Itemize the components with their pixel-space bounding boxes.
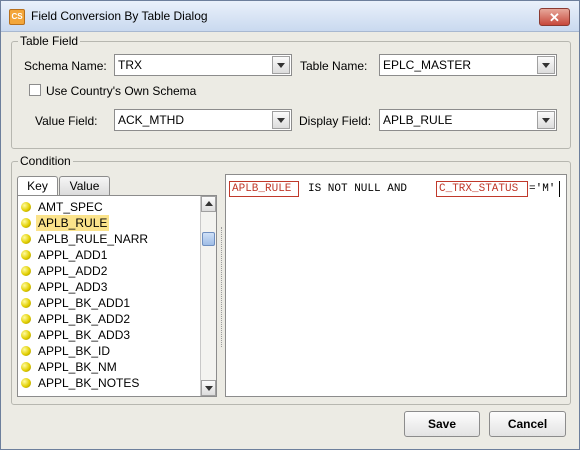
list-item[interactable]: APPL_BK_ADD3 [20,327,202,343]
yellow-bullet-icon [21,330,31,340]
tab-value[interactable]: Value [59,176,110,195]
list-item-label: APPL_ADD1 [38,248,108,262]
list-item-label: APPL_BK_NOTES [38,376,140,390]
yellow-bullet-icon [21,202,31,212]
list-item-label: APPL_ADD3 [38,280,108,294]
window-title: Field Conversion By Table Dialog [31,9,208,23]
condition-editor[interactable]: APLB_RULE IS NOT NULL AND C_TRX_STATUS =… [225,174,567,397]
list-item-label: AMT_SPEC [38,200,103,214]
app-icon: CS [9,9,25,25]
yellow-bullet-icon [21,282,31,292]
chevron-down-icon[interactable] [537,111,555,129]
close-button[interactable]: ✕ [539,8,570,26]
list-scrollbar[interactable] [200,196,216,396]
condition-group-label: Condition [18,154,73,168]
title-bar: CS Field Conversion By Table Dialog ✕ [1,1,579,32]
save-button[interactable]: Save [404,411,480,437]
scroll-up-icon[interactable] [201,196,216,212]
list-item-label: APPL_ADD2 [38,264,108,278]
close-icon: ✕ [549,10,560,25]
table-name-value: EPLC_MASTER [383,58,472,72]
schema-name-combo[interactable]: TRX [114,54,292,76]
display-field-label: Display Field: [299,114,372,128]
list-item[interactable]: APPL_ADD2 [20,263,202,279]
value-field-value: ACK_MTHD [118,113,185,127]
chevron-down-icon[interactable] [272,111,290,129]
scroll-thumb[interactable] [202,232,215,246]
list-item[interactable]: APPL_BK_NOTES [20,375,202,391]
value-field-combo[interactable]: ACK_MTHD [114,109,292,131]
condition-value: ='M' [529,183,556,195]
cancel-button[interactable]: Cancel [489,411,566,437]
list-item[interactable]: APPL_BK_ADD2 [20,311,202,327]
chevron-down-icon[interactable] [272,56,290,74]
pane-splitter[interactable] [219,177,224,397]
yellow-bullet-icon [21,218,31,228]
list-item[interactable]: APPL_BK_NM [20,359,202,375]
table-name-label: Table Name: [300,59,368,73]
list-item[interactable]: AMT_SPEC [20,199,202,215]
value-field-label: Value Field: [35,114,98,128]
list-item[interactable]: APLB_RULE [20,215,202,231]
chevron-down-icon[interactable] [537,56,555,74]
condition-field-token[interactable]: APLB_RULE [229,181,299,197]
list-item-label: APPL_BK_ADD2 [38,312,131,326]
yellow-bullet-icon [21,298,31,308]
field-list[interactable]: AMT_SPEC APLB_RULE APLB_RULE_NARR APPL_A… [17,195,217,397]
yellow-bullet-icon [21,346,31,356]
use-country-schema-checkbox[interactable] [29,84,41,96]
list-item-label: APPL_BK_ID [38,344,111,358]
table-field-group-label: Table Field [18,34,81,48]
yellow-bullet-icon [21,378,31,388]
list-item[interactable]: APLB_RULE_NARR [20,231,202,247]
use-country-schema-label[interactable]: Use Country's Own Schema [46,84,196,98]
list-item[interactable]: APPL_ADD3 [20,279,202,295]
schema-name-label: Schema Name: [24,59,107,73]
yellow-bullet-icon [21,362,31,372]
display-field-combo[interactable]: APLB_RULE [379,109,557,131]
table-name-combo[interactable]: EPLC_MASTER [379,54,557,76]
yellow-bullet-icon [21,234,31,244]
list-item-label: APPL_BK_ADD3 [38,328,131,342]
scroll-down-icon[interactable] [201,380,216,396]
yellow-bullet-icon [21,250,31,260]
list-item-label: APLB_RULE_NARR [38,232,149,246]
dialog-window: CS Field Conversion By Table Dialog ✕ Ta… [0,0,580,450]
list-item-label: APPL_BK_ADD1 [38,296,131,310]
condition-operator: IS NOT NULL AND [308,183,408,195]
schema-name-value: TRX [118,58,142,72]
list-item[interactable]: APPL_BK_ADD1 [20,295,202,311]
display-field-value: APLB_RULE [383,113,453,127]
yellow-bullet-icon [21,266,31,276]
yellow-bullet-icon [21,314,31,324]
list-item[interactable]: APPL_ADD1 [20,247,202,263]
list-item[interactable]: APPL_BK_ID [20,343,202,359]
text-cursor [559,181,560,197]
condition-field-token[interactable]: C_TRX_STATUS [436,181,528,197]
list-item-label: APLB_RULE [36,215,110,231]
list-item-label: APPL_BK_NM [38,360,117,374]
tab-key[interactable]: Key [17,176,58,195]
